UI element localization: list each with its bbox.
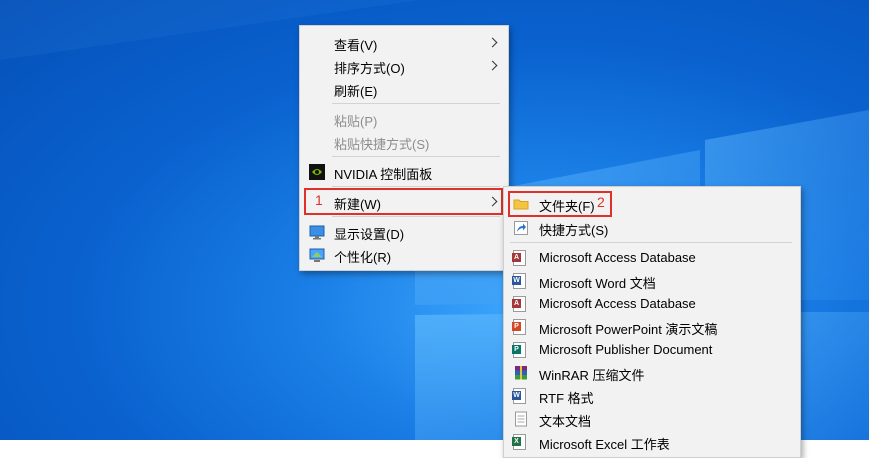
submenu-item-excel[interactable]: X Microsoft Excel 工作表 bbox=[504, 431, 800, 453]
submenu-item-publisher[interactable]: P Microsoft Publisher Document bbox=[504, 339, 800, 361]
submenu-item-word-document[interactable]: W Microsoft Word 文档 bbox=[504, 270, 800, 292]
menu-item-label: 排序方式(O) bbox=[334, 61, 405, 76]
annotation-step-2: 2 bbox=[597, 194, 605, 210]
menu-item-personalize[interactable]: 个性化(R) bbox=[300, 244, 508, 266]
menu-separator bbox=[332, 156, 500, 157]
submenu-item-access-database[interactable]: A Microsoft Access Database bbox=[504, 247, 800, 269]
menu-item-sort-by[interactable]: 排序方式(O) bbox=[300, 55, 508, 77]
publisher-icon: P bbox=[512, 342, 529, 358]
menu-item-label: Microsoft Word 文档 bbox=[539, 276, 656, 291]
menu-item-label: Microsoft Access Database bbox=[539, 296, 696, 311]
shortcut-icon bbox=[513, 220, 529, 236]
nvidia-icon bbox=[309, 164, 325, 180]
menu-item-nvidia-control-panel[interactable]: NVIDIA 控制面板 bbox=[300, 161, 508, 183]
menu-item-label: 粘贴(P) bbox=[334, 114, 378, 129]
menu-separator bbox=[332, 103, 500, 104]
submenu-item-text-document[interactable]: 文本文档 bbox=[504, 408, 800, 430]
access-icon: A bbox=[512, 296, 529, 312]
menu-item-label: NVIDIA 控制面板 bbox=[334, 167, 433, 182]
word-icon: W bbox=[512, 273, 529, 289]
access-icon: A bbox=[512, 250, 529, 266]
menu-item-label: 显示设置(D) bbox=[334, 227, 405, 242]
menu-item-label: 文本文档 bbox=[539, 414, 592, 429]
display-settings-icon bbox=[309, 224, 325, 240]
menu-item-label: Microsoft Excel 工作表 bbox=[539, 437, 670, 452]
personalize-icon bbox=[309, 247, 325, 263]
rtf-icon: W bbox=[512, 388, 529, 404]
menu-item-label: 个性化(R) bbox=[334, 250, 392, 265]
submenu-item-shortcut[interactable]: 快捷方式(S) bbox=[504, 217, 800, 239]
highlight-box-new bbox=[304, 188, 503, 215]
submenu-item-access-database-2[interactable]: A Microsoft Access Database bbox=[504, 293, 800, 315]
menu-item-label: 快捷方式(S) bbox=[539, 223, 609, 238]
powerpoint-icon: P bbox=[512, 319, 529, 335]
desktop-context-menu: 查看(V) 排序方式(O) 刷新(E) 粘贴(P) 粘贴快捷方式(S) NVID… bbox=[299, 25, 509, 271]
menu-separator bbox=[510, 242, 792, 243]
menu-item-label: Microsoft Publisher Document bbox=[539, 342, 713, 357]
annotation-step-1: 1 bbox=[315, 192, 323, 208]
menu-item-view[interactable]: 查看(V) bbox=[300, 32, 508, 54]
menu-item-label: WinRAR 压缩文件 bbox=[539, 368, 645, 383]
chevron-right-icon bbox=[487, 60, 498, 71]
new-submenu: 文件夹(F) 快捷方式(S) A Microsoft Access Databa… bbox=[503, 186, 801, 458]
winrar-icon bbox=[513, 365, 529, 381]
menu-item-label: RTF 格式 bbox=[539, 391, 594, 406]
menu-separator bbox=[332, 186, 500, 187]
submenu-item-rtf[interactable]: W RTF 格式 bbox=[504, 385, 800, 407]
submenu-item-powerpoint[interactable]: P Microsoft PowerPoint 演示文稿 bbox=[504, 316, 800, 338]
chevron-right-icon bbox=[487, 37, 498, 48]
menu-item-refresh[interactable]: 刷新(E) bbox=[300, 78, 508, 100]
menu-item-label: 粘贴快捷方式(S) bbox=[334, 137, 430, 152]
menu-item-paste-shortcut[interactable]: 粘贴快捷方式(S) bbox=[300, 131, 508, 153]
menu-item-label: 查看(V) bbox=[334, 38, 378, 53]
menu-item-display-settings[interactable]: 显示设置(D) bbox=[300, 221, 508, 243]
text-file-icon bbox=[513, 411, 529, 427]
menu-item-label: Microsoft PowerPoint 演示文稿 bbox=[539, 322, 718, 337]
excel-icon: X bbox=[512, 434, 529, 450]
menu-item-label: Microsoft Access Database bbox=[539, 250, 696, 265]
menu-item-label: 刷新(E) bbox=[334, 84, 378, 99]
menu-item-paste[interactable]: 粘贴(P) bbox=[300, 108, 508, 130]
submenu-item-winrar[interactable]: WinRAR 压缩文件 bbox=[504, 362, 800, 384]
menu-separator bbox=[332, 216, 500, 217]
